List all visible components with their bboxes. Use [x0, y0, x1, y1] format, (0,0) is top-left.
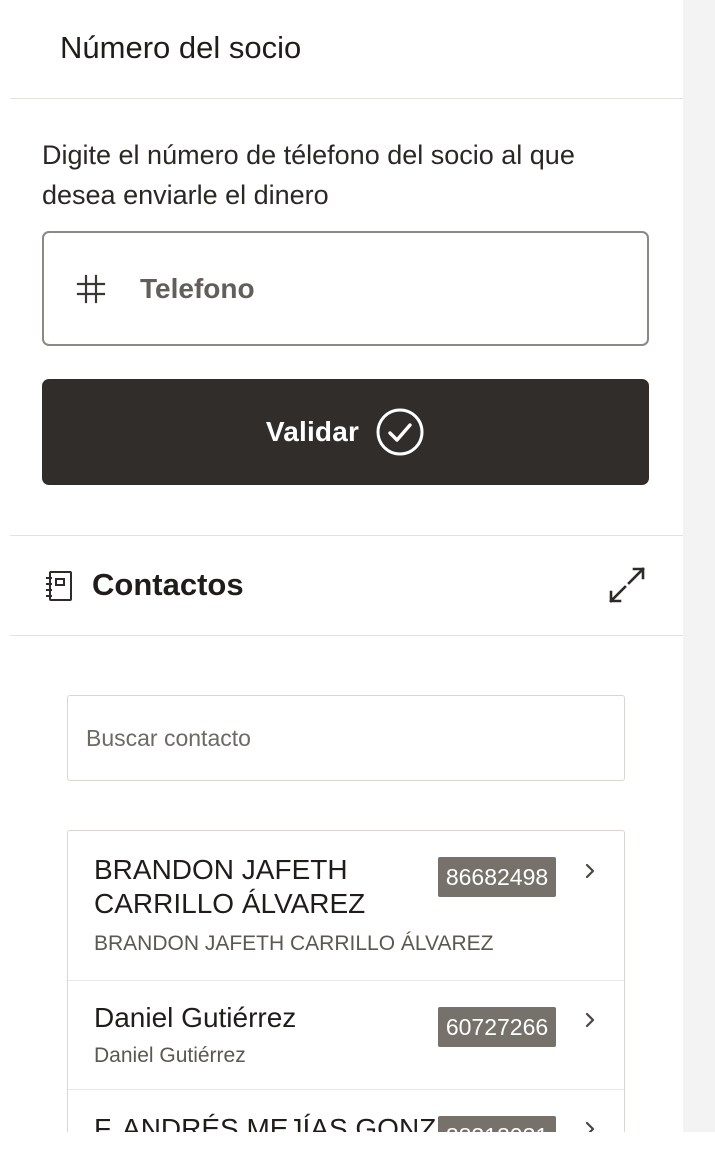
- page-bottom: [0, 1132, 715, 1159]
- chevron-right-icon: [585, 1121, 595, 1132]
- contacts-title: Contactos: [92, 567, 244, 602]
- contact-search-box[interactable]: [67, 695, 625, 781]
- socio-instructions: Digite el número de télefono del socio a…: [42, 140, 575, 210]
- check-circle-icon: [376, 408, 424, 456]
- chevron-right-icon: [585, 1012, 595, 1028]
- phone-field[interactable]: [42, 231, 649, 346]
- expand-icon[interactable]: [606, 564, 648, 606]
- transfer-panel: Número del socio Digite el número de tél…: [10, 0, 683, 1132]
- page-gutter: [683, 0, 715, 1132]
- socio-section-title: Número del socio: [60, 30, 302, 65]
- contact-subtitle: BRANDON JAFETH CARRILLO ÁLVAREZ: [94, 932, 494, 955]
- contact-row[interactable]: F. ANDRÉS MEJÍAS GONZÁLEZ 88318031: [68, 1090, 624, 1132]
- address-book-icon: [46, 571, 72, 601]
- section-divider: [10, 535, 683, 536]
- contact-row[interactable]: BRANDON JAFETH CARRILLO ÁLVAREZ BRANDON …: [68, 831, 624, 981]
- socio-section-header: Número del socio: [10, 0, 683, 99]
- contact-subtitle: Daniel Gutiérrez: [94, 1044, 246, 1067]
- hash-icon: [76, 274, 106, 304]
- contact-name: F. ANDRÉS MEJÍAS GONZÁLEZ: [94, 1113, 439, 1132]
- contact-row[interactable]: Daniel Gutiérrez Daniel Gutiérrez 607272…: [68, 981, 624, 1090]
- contact-phone-badge: 86682498: [438, 857, 556, 897]
- contact-list: BRANDON JAFETH CARRILLO ÁLVAREZ BRANDON …: [67, 830, 625, 1132]
- contacts-header-divider: [10, 635, 683, 636]
- contact-phone-badge: 60727266: [438, 1007, 556, 1047]
- contact-name: Daniel Gutiérrez: [94, 1002, 297, 1033]
- contact-phone-badge: 88318031: [438, 1116, 556, 1132]
- validate-button-label: Validar: [265, 416, 360, 447]
- phone-input[interactable]: [140, 261, 620, 317]
- contact-name: BRANDON JAFETH CARRILLO ÁLVAREZ: [94, 854, 366, 919]
- chevron-right-icon: [585, 863, 595, 879]
- validate-button[interactable]: Validar: [42, 379, 649, 485]
- contact-search-input[interactable]: [86, 714, 606, 762]
